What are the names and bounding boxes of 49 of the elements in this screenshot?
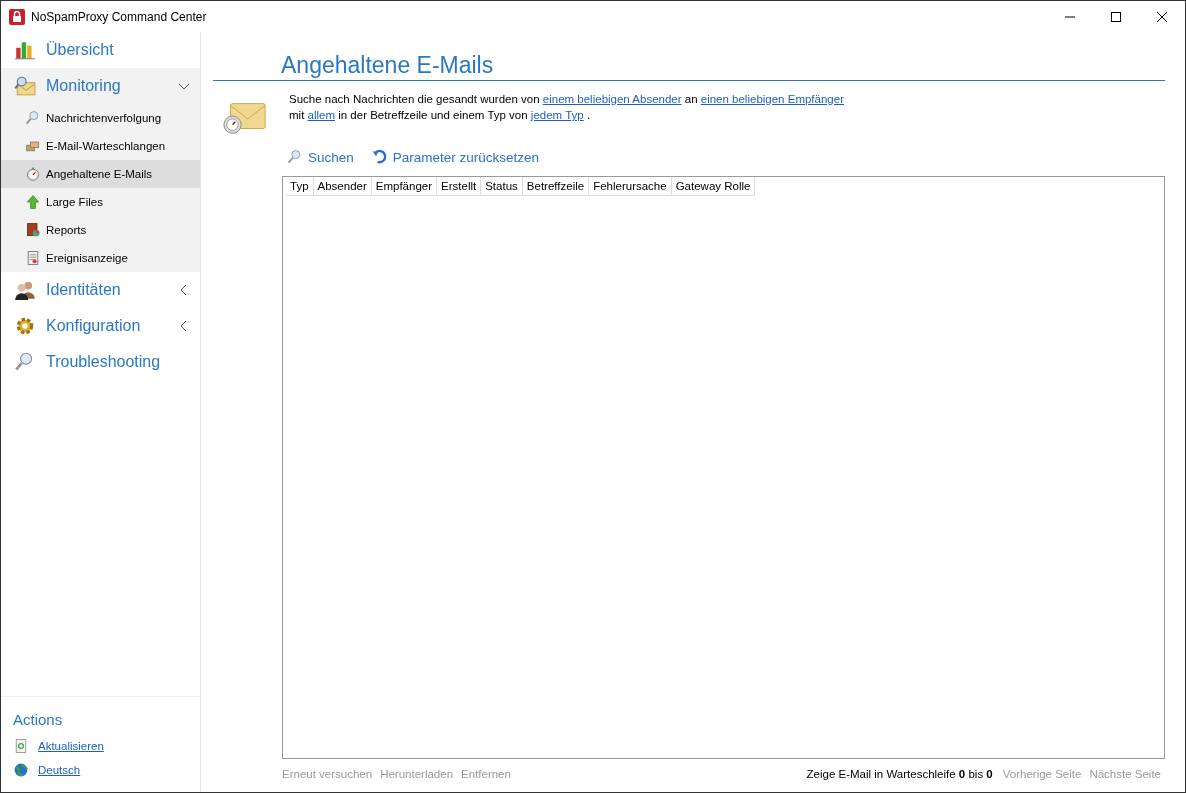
column-header[interactable]: Erstellt [437, 177, 482, 195]
magnifier-icon [287, 149, 303, 165]
nav-item[interactable]: Übersicht [1, 32, 200, 68]
nav-item[interactable]: Konfiguration [1, 308, 200, 344]
envelope-magnifier-icon [14, 75, 36, 97]
nav-item[interactable]: Troubleshooting [1, 344, 200, 380]
actions-heading: Actions [13, 711, 64, 728]
notepad-icon [25, 250, 41, 266]
column-header[interactable]: Status [481, 177, 523, 195]
book-chart-icon [25, 222, 41, 238]
column-header[interactable]: Fehlerursache [589, 177, 672, 195]
up-arrow-icon [25, 194, 41, 210]
nav-item[interactable]: Monitoring [1, 68, 200, 104]
maximize-icon[interactable] [1111, 11, 1121, 22]
nav-subitem[interactable]: E-Mail-Warteschlangen [1, 132, 200, 160]
column-header[interactable]: Absender [313, 177, 372, 195]
nav-subitem[interactable]: Ereignisanzeige [1, 244, 200, 272]
action-link[interactable]: Deutsch [38, 764, 81, 776]
filter-link[interactable]: jedem Typ [530, 109, 584, 121]
nav-subitem[interactable]: Reports [1, 216, 200, 244]
app-icon [9, 8, 25, 25]
column-header[interactable]: Gateway Rolle [671, 177, 756, 195]
people-icon [14, 279, 36, 301]
parcels-icon [25, 138, 41, 154]
column-header[interactable]: Betreffzeile [522, 177, 590, 195]
filter-link[interactable]: einem beliebigen Absender [542, 93, 682, 105]
column-header[interactable]: Empfänger [371, 177, 438, 195]
filter-link[interactable]: allem [307, 109, 335, 121]
paging-info: Zeige E-Mail in Warteschleife 0 bis 0 [806, 768, 993, 780]
undo-arrow-icon [371, 149, 388, 165]
toolbar-button[interactable]: Suchen [285, 147, 356, 167]
toolbar-button[interactable]: Parameter zurücksetzen [369, 147, 542, 167]
page-title: Angehaltene E-Mails [213, 50, 1165, 81]
search-description: Suche nach Nachrichten die gesandt wurden von einem beliebigen Absender an einen beliebigen Empfänger mit allem in der Betreffzeile und einem Typ von jedem Typ . [289, 92, 844, 123]
column-header[interactable]: Typ [286, 177, 314, 195]
bar-chart-icon [14, 39, 36, 61]
gear-icon [14, 315, 36, 337]
nav-subitem[interactable]: Angehaltene E-Mails [1, 160, 200, 188]
action-link[interactable]: Aktualisieren [38, 740, 104, 752]
nav-item[interactable]: Identitäten [1, 272, 200, 308]
nav-subitem[interactable]: Large Files [1, 188, 200, 216]
filter-link[interactable]: einen beliebigen Empfänger [700, 93, 844, 105]
close-icon[interactable] [1157, 11, 1167, 22]
magnifier-icon [25, 110, 41, 126]
globe-icon [13, 762, 29, 778]
nav-subitem[interactable]: Nachrichtenverfolgung [1, 104, 200, 132]
stopwatch-icon [25, 166, 41, 182]
window-title: NoSpamProxy Command Center [31, 9, 207, 24]
refresh-page-icon [13, 738, 29, 754]
